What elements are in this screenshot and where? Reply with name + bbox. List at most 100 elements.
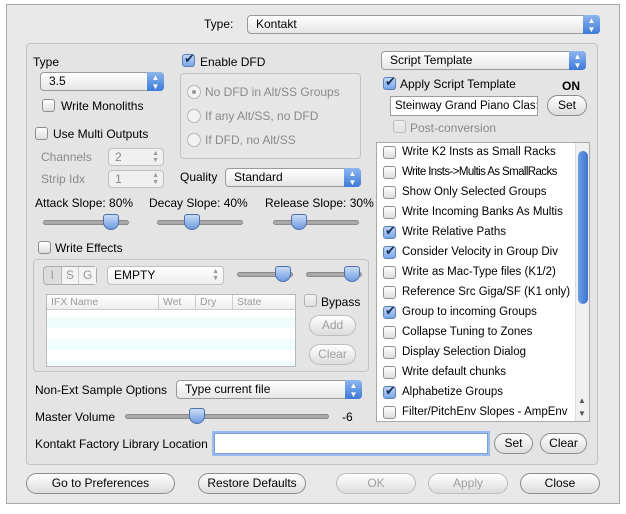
write-monoliths-checkbox[interactable]	[42, 99, 55, 112]
bypass-checkbox[interactable]	[304, 294, 317, 307]
set-template-button[interactable]: Set	[547, 95, 587, 116]
option-item[interactable]: Show Only Selected Groups	[377, 183, 577, 203]
option-item[interactable]: Filter/PitchEnv Slopes - AmpEnv	[377, 403, 577, 421]
option-label: Group to incoming Groups	[402, 306, 537, 318]
attack-slope-label: Attack Slope: 80%	[35, 196, 134, 210]
non-ext-sample-popup[interactable]: Type current file ▲ ▼	[176, 380, 362, 399]
option-label: Show Only Selected Groups	[402, 186, 547, 198]
write-effects-label: Write Effects	[55, 241, 123, 255]
channels-label: Channels	[41, 150, 92, 164]
option-item[interactable]: Consider Velocity in Group Div	[377, 243, 577, 263]
option-checkbox[interactable]	[383, 303, 396, 319]
library-set-button[interactable]: Set	[494, 433, 533, 454]
option-checkbox[interactable]	[383, 366, 396, 379]
effects-table[interactable]: IFX Name Wet Dry State	[46, 294, 296, 367]
type-popup[interactable]: Kontakt ▲ ▼	[247, 15, 600, 34]
stepper-arrows-icon: ▲ ▼	[152, 150, 159, 164]
bypass-label: Bypass	[321, 295, 361, 309]
apply-button[interactable]: Apply	[428, 473, 508, 494]
script-template-popup[interactable]: Script Template ▲ ▼	[381, 51, 586, 70]
ok-button[interactable]: OK	[336, 473, 416, 494]
option-checkbox[interactable]	[383, 346, 396, 359]
option-item[interactable]: Write Relative Paths	[377, 223, 577, 243]
attack-slope-slider[interactable]	[43, 214, 129, 230]
library-location-label: Kontakt Factory Library Location	[35, 437, 208, 451]
quality-popup[interactable]: Standard ▲ ▼	[225, 168, 361, 187]
option-item[interactable]: Write Incoming Banks As Multis	[377, 203, 577, 223]
library-location-field[interactable]	[214, 433, 488, 454]
effects-table-header: IFX Name Wet Dry State	[47, 295, 295, 310]
channels-stepper[interactable]: 2 ▲ ▼	[108, 148, 164, 166]
option-item[interactable]: Alphabetize Groups	[377, 383, 577, 403]
use-multi-outputs-checkbox[interactable]	[35, 127, 48, 140]
scroll-up-icon[interactable]: ▲	[578, 396, 586, 405]
scrollbar-thumb[interactable]	[578, 151, 588, 304]
add-effect-button[interactable]: Add	[309, 315, 356, 336]
options-scrollbar[interactable]: ▲ ▼	[575, 143, 589, 421]
stepper-arrows-icon: ▲ ▼	[152, 172, 159, 186]
write-effects-checkbox[interactable]	[38, 241, 51, 254]
option-checkbox[interactable]	[383, 266, 396, 279]
non-ext-sample-label: Non-Ext Sample Options	[35, 383, 168, 397]
option-label: Write Incoming Banks As Multis	[402, 206, 563, 218]
option-item[interactable]: Display Selection Dialog	[377, 343, 577, 363]
option-item[interactable]: Write as Mac-Type files (K1/2)	[377, 263, 577, 283]
option-label: Write default chunks	[402, 366, 506, 378]
type-label: Type:	[204, 17, 234, 31]
dfd-radio-no-dfd[interactable]	[187, 85, 201, 99]
segment-s[interactable]: S	[61, 267, 80, 284]
option-label: Write K2 Insts as Small Racks	[402, 146, 556, 158]
option-checkbox[interactable]	[383, 206, 396, 219]
enable-dfd-checkbox[interactable]	[182, 51, 195, 67]
segment-g[interactable]: G	[79, 267, 97, 284]
option-item[interactable]: Reference Src Giga/SF (K1 only)	[377, 283, 577, 303]
segment-i[interactable]: I	[44, 267, 62, 284]
dfd-radio-if-dfd[interactable]	[187, 133, 201, 147]
column-wet[interactable]: Wet	[159, 295, 196, 309]
option-checkbox[interactable]	[383, 326, 396, 339]
scroll-down-icon[interactable]: ▼	[578, 409, 586, 418]
release-slope-slider[interactable]	[273, 214, 359, 230]
option-checkbox[interactable]	[383, 286, 396, 299]
option-checkbox[interactable]	[383, 406, 396, 419]
close-button[interactable]: Close	[520, 473, 600, 494]
go-to-preferences-button[interactable]: Go to Preferences	[26, 473, 175, 494]
enable-dfd-label: Enable DFD	[200, 55, 266, 69]
post-conversion-checkbox[interactable]	[393, 120, 406, 133]
option-item[interactable]: Write default chunks	[377, 363, 577, 383]
isg-segmented-control[interactable]: I S G	[43, 266, 97, 285]
strip-idx-label: Strip Idx	[41, 172, 86, 186]
master-volume-slider[interactable]	[125, 408, 329, 424]
option-item[interactable]: Write Insts->Multis As SmallRacks	[377, 163, 577, 183]
effect-slider-2[interactable]	[306, 266, 362, 282]
option-checkbox[interactable]	[383, 383, 396, 399]
options-list[interactable]: ▲ ▼ Write K2 Insts as Small Racks Write I…	[376, 142, 590, 422]
restore-defaults-button[interactable]: Restore Defaults	[198, 473, 306, 494]
slider-thumb[interactable]	[188, 408, 205, 424]
slider-thumb[interactable]	[183, 214, 200, 230]
library-clear-button[interactable]: Clear	[540, 433, 587, 454]
effect-popup[interactable]: EMPTY ▲ ▼	[107, 266, 224, 285]
option-checkbox[interactable]	[383, 166, 396, 179]
option-checkbox[interactable]	[383, 146, 396, 159]
decay-slope-slider[interactable]	[157, 214, 243, 230]
format-type-popup[interactable]: 3.5 ▲ ▼	[40, 72, 164, 91]
option-checkbox[interactable]	[383, 186, 396, 199]
apply-script-template-checkbox[interactable]	[383, 74, 396, 90]
option-label: Alphabetize Groups	[402, 386, 504, 398]
dfd-radio-any-altss[interactable]	[187, 109, 201, 123]
dfd-option-label: If DFD, no Alt/SS	[205, 133, 296, 147]
option-label: Reference Src Giga/SF (K1 only)	[402, 286, 571, 298]
template-name-field[interactable]: Steinway Grand Piano Clas:	[390, 96, 538, 116]
option-item[interactable]: Write K2 Insts as Small Racks	[377, 143, 577, 163]
effect-slider-1[interactable]	[237, 266, 293, 282]
option-item[interactable]: Collapse Tuning to Zones	[377, 323, 577, 343]
clear-effects-button[interactable]: Clear	[309, 344, 356, 365]
column-state[interactable]: State	[233, 295, 295, 309]
option-item[interactable]: Group to incoming Groups	[377, 303, 577, 323]
option-checkbox[interactable]	[383, 243, 396, 259]
option-checkbox[interactable]	[383, 223, 396, 239]
column-ifx-name[interactable]: IFX Name	[47, 295, 159, 309]
column-dry[interactable]: Dry	[196, 295, 233, 309]
strip-idx-stepper[interactable]: 1 ▲ ▼	[108, 170, 164, 188]
